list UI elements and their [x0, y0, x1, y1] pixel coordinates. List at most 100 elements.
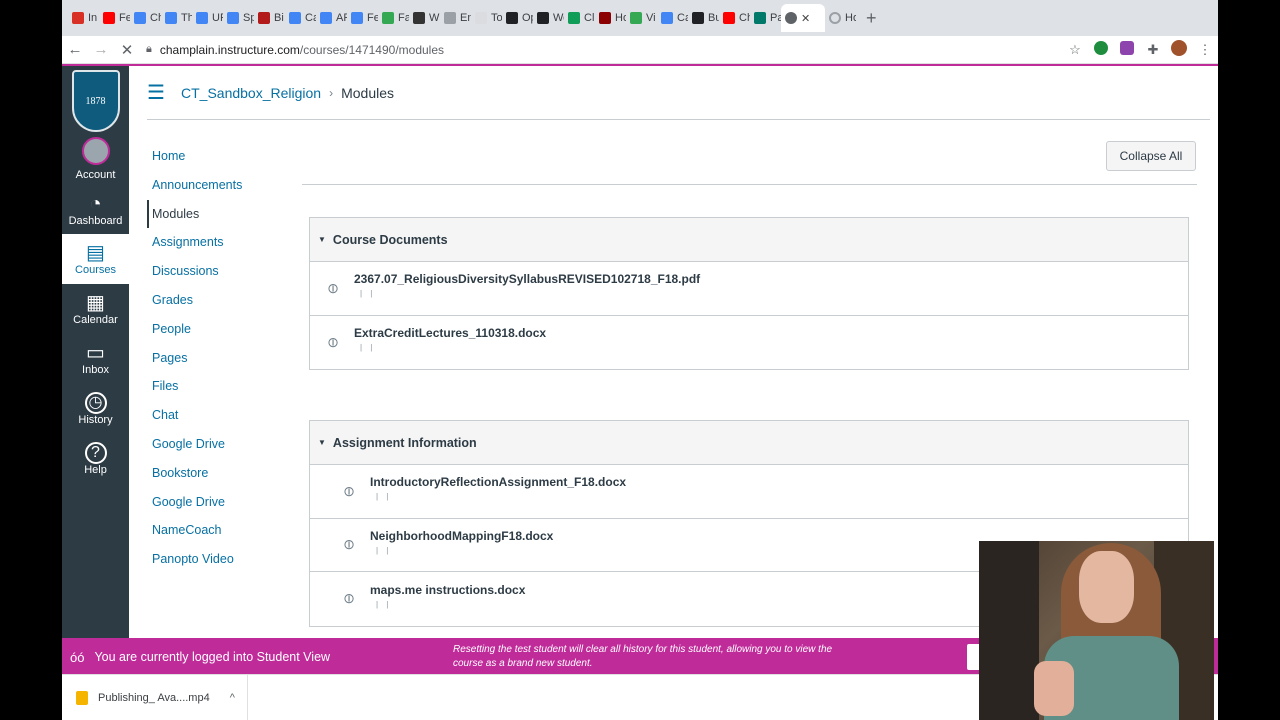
browser-tab[interactable]: En [440, 4, 471, 32]
tab-title: To [491, 12, 502, 24]
module-item-title[interactable]: NeighborhoodMappingF18.docx [370, 529, 553, 543]
browser-tab[interactable]: Cl [564, 4, 595, 32]
browser-tab[interactable]: Ho [825, 4, 856, 32]
course-nav-google-drive[interactable]: Google Drive [147, 488, 297, 517]
active-browser-tab[interactable]: ✕ [781, 4, 825, 32]
browser-tab[interactable]: Ca [657, 4, 688, 32]
download-item[interactable]: Publishing_ Ava....mp4 ^ [62, 674, 248, 720]
module-item-title[interactable]: IntroductoryReflectionAssignment_F18.doc… [370, 475, 626, 489]
browser-tab[interactable]: Fa [378, 4, 409, 32]
browser-tab[interactable]: Ca [285, 4, 316, 32]
hamburger-menu-icon[interactable]: ☰ [147, 80, 167, 105]
new-tab-button[interactable]: + [866, 8, 877, 29]
course-nav-home[interactable]: Home [147, 142, 297, 171]
module-header[interactable]: ▼ Assignment Information [310, 421, 1188, 465]
calendar-icon: ▦ [86, 292, 105, 314]
course-nav-modules[interactable]: Modules [147, 199, 297, 229]
global-nav-calendar[interactable]: ▦ Calendar [62, 284, 129, 334]
tab-title: Pa [770, 12, 781, 24]
course-nav-discussions[interactable]: Discussions [147, 257, 297, 286]
browser-tab[interactable]: W [409, 4, 440, 32]
module-item[interactable]: ⊘ IntroductoryReflectionAssignment_F18.do… [310, 465, 1188, 519]
student-view-message: You are currently logged into Student Vi… [94, 650, 331, 664]
tab-favicon-icon [134, 12, 146, 24]
download-filename: Publishing_ Ava....mp4 [98, 691, 210, 704]
global-nav-dashboard[interactable]: ◔ Dashboard [62, 186, 129, 234]
bookmark-star-icon[interactable]: ☆ [1062, 42, 1088, 58]
course-nav-pages[interactable]: Pages [147, 344, 297, 373]
breadcrumb-course-link[interactable]: CT_Sandbox_Religion [181, 85, 321, 101]
caret-down-icon[interactable]: ▼ [318, 438, 326, 447]
browser-tab[interactable]: Fe [99, 4, 130, 32]
stop-loading-button[interactable]: ✕ [114, 41, 140, 59]
tab-title: Bu [708, 12, 719, 24]
course-nav-chat[interactable]: Chat [147, 401, 297, 430]
tab-favicon-icon [165, 12, 177, 24]
module-item-title[interactable]: 2367.07_ReligiousDiversitySyllabusREVISE… [354, 272, 700, 286]
browser-tab[interactable]: Ch [130, 4, 161, 32]
back-button[interactable]: ← [62, 41, 88, 58]
profile-avatar[interactable] [1166, 40, 1192, 59]
global-nav-history[interactable]: ◷ History [62, 384, 129, 434]
browser-tab[interactable]: Sp [223, 4, 254, 32]
tab-title: Ca [305, 12, 316, 24]
course-nav-files[interactable]: Files [147, 372, 297, 401]
browser-tab[interactable]: In [68, 4, 99, 32]
url-path: /courses/1471490/modules [299, 42, 445, 57]
module-item[interactable]: ⊘ ExtraCreditLectures_110318.docx | | [310, 316, 1188, 370]
browser-menu-icon[interactable]: ⋮ [1192, 42, 1218, 58]
browser-tab[interactable]: AF [316, 4, 347, 32]
global-nav-courses[interactable]: ▤ Courses [62, 234, 129, 284]
course-nav-assignments[interactable]: Assignments [147, 228, 297, 257]
module-item-title[interactable]: ExtraCreditLectures_110318.docx [354, 326, 546, 340]
browser-tab[interactable]: We [533, 4, 564, 32]
global-nav-label: Help [84, 464, 107, 476]
school-logo[interactable]: 1878 [71, 70, 120, 132]
chevron-up-icon[interactable]: ^ [230, 692, 235, 704]
caret-down-icon[interactable]: ▼ [318, 235, 326, 244]
module-item-meta: | | [360, 343, 376, 353]
browser-tab[interactable]: UF [192, 4, 223, 32]
global-nav-label: Inbox [82, 364, 109, 376]
module-header[interactable]: ▼ Course Documents [310, 218, 1188, 262]
extensions-puzzle-icon[interactable]: ✚ [1140, 42, 1166, 58]
close-tab-icon[interactable]: ✕ [801, 12, 810, 25]
browser-tab[interactable]: Ho [595, 4, 626, 32]
address-bar[interactable]: 🔒︎ champlain.instructure.com/courses/147… [146, 38, 1062, 62]
extension-icon-green[interactable] [1088, 41, 1114, 58]
course-nav-people[interactable]: People [147, 315, 297, 344]
module: ▼ Course Documents ⊘ 2367.07_ReligiousDiver… [309, 217, 1189, 370]
course-nav-panopto-video[interactable]: Panopto Video [147, 545, 297, 574]
course-nav-announcements[interactable]: Announcements [147, 171, 297, 200]
browser-tab[interactable]: Bi [254, 4, 285, 32]
course-nav-google-drive[interactable]: Google Drive [147, 430, 297, 459]
course-nav-grades[interactable]: Grades [147, 286, 297, 315]
tab-title: Ho [845, 12, 856, 24]
tab-title: In [88, 12, 98, 24]
module-title: Course Documents [332, 232, 448, 247]
global-nav-account[interactable]: Account [62, 132, 129, 186]
content-divider [302, 184, 1197, 185]
url-host: champlain.instructure.com [159, 42, 300, 57]
video-file-icon [76, 690, 88, 705]
extension-icon-purple[interactable] [1114, 41, 1140, 58]
browser-tab[interactable]: Bu [688, 4, 719, 32]
browser-tab[interactable]: Th [161, 4, 192, 32]
browser-tab[interactable]: Ch [719, 4, 750, 32]
forward-button[interactable]: → [88, 41, 114, 58]
module-item-title[interactable]: maps.me instructions.docx [370, 583, 525, 597]
browser-tab[interactable]: Pa [750, 4, 781, 32]
module-item[interactable]: ⊘ 2367.07_ReligiousDiversitySyllabusREVIS… [310, 262, 1188, 316]
browser-tab[interactable]: Op [502, 4, 533, 32]
course-nav-namecoach[interactable]: NameCoach [147, 516, 297, 545]
glasses-icon: óó [70, 649, 85, 665]
global-nav-inbox[interactable]: ▭ Inbox [62, 334, 129, 384]
browser-tab[interactable]: Vi [626, 4, 657, 32]
browser-tab[interactable]: To [471, 4, 502, 32]
paperclip-attachment-icon: ⊘ [338, 481, 359, 501]
course-nav-bookstore[interactable]: Bookstore [147, 459, 297, 488]
browser-tab[interactable]: Fe [347, 4, 378, 32]
collapse-all-button[interactable]: Collapse All [1106, 141, 1196, 171]
tab-favicon-icon [258, 12, 270, 24]
global-nav-help[interactable]: ? Help [62, 434, 129, 484]
